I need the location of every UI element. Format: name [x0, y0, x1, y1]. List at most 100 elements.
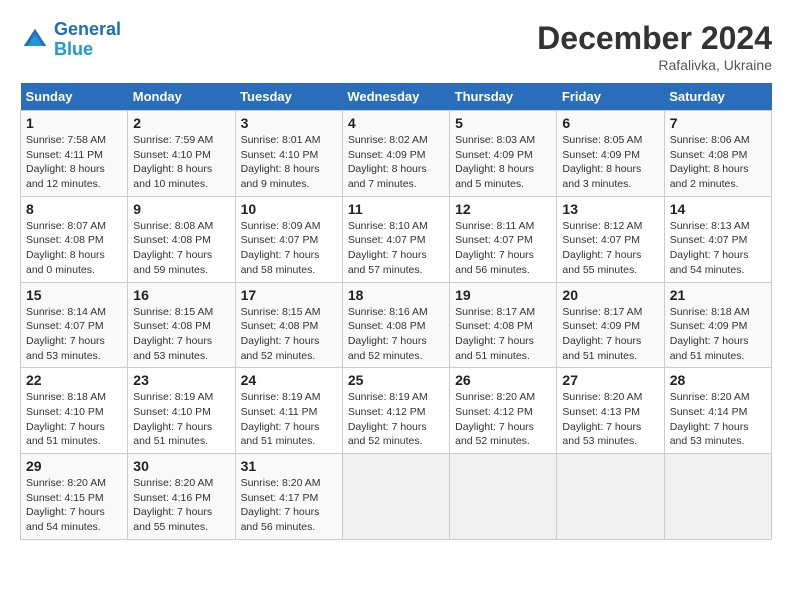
- calendar-body: 1 Sunrise: 7:58 AMSunset: 4:11 PMDaylight…: [21, 111, 772, 540]
- day-number: 1: [26, 115, 122, 131]
- day-info: Sunrise: 8:12 AMSunset: 4:07 PMDaylight:…: [562, 219, 658, 278]
- day-info: Sunrise: 8:06 AMSunset: 4:08 PMDaylight:…: [670, 133, 766, 192]
- day-info: Sunrise: 8:20 AMSunset: 4:14 PMDaylight:…: [670, 390, 766, 449]
- calendar-day-cell: 21 Sunrise: 8:18 AMSunset: 4:09 PMDayligh…: [664, 282, 771, 368]
- calendar-day-cell: 29 Sunrise: 8:20 AMSunset: 4:15 PMDayligh…: [21, 454, 128, 540]
- calendar-week-row: 29 Sunrise: 8:20 AMSunset: 4:15 PMDayligh…: [21, 454, 772, 540]
- day-number: 30: [133, 458, 229, 474]
- day-number: 4: [348, 115, 444, 131]
- logo-text: General Blue: [54, 20, 121, 60]
- calendar-week-row: 8 Sunrise: 8:07 AMSunset: 4:08 PMDaylight…: [21, 196, 772, 282]
- day-info: Sunrise: 8:19 AMSunset: 4:10 PMDaylight:…: [133, 390, 229, 449]
- day-info: Sunrise: 8:20 AMSunset: 4:13 PMDaylight:…: [562, 390, 658, 449]
- day-info: Sunrise: 8:14 AMSunset: 4:07 PMDaylight:…: [26, 305, 122, 364]
- day-number: 28: [670, 372, 766, 388]
- day-number: 27: [562, 372, 658, 388]
- weekday-header-cell: Wednesday: [342, 83, 449, 111]
- day-number: 21: [670, 287, 766, 303]
- day-info: Sunrise: 8:18 AMSunset: 4:10 PMDaylight:…: [26, 390, 122, 449]
- day-info: Sunrise: 8:20 AMSunset: 4:17 PMDaylight:…: [241, 476, 337, 535]
- weekday-header-cell: Thursday: [450, 83, 557, 111]
- calendar-day-cell: 20 Sunrise: 8:17 AMSunset: 4:09 PMDayligh…: [557, 282, 664, 368]
- day-number: 11: [348, 201, 444, 217]
- day-info: Sunrise: 8:17 AMSunset: 4:08 PMDaylight:…: [455, 305, 551, 364]
- day-number: 6: [562, 115, 658, 131]
- day-number: 19: [455, 287, 551, 303]
- day-info: Sunrise: 8:19 AMSunset: 4:11 PMDaylight:…: [241, 390, 337, 449]
- day-number: 12: [455, 201, 551, 217]
- day-info: Sunrise: 8:20 AMSunset: 4:16 PMDaylight:…: [133, 476, 229, 535]
- day-info: Sunrise: 8:02 AMSunset: 4:09 PMDaylight:…: [348, 133, 444, 192]
- calendar-day-cell: 4 Sunrise: 8:02 AMSunset: 4:09 PMDaylight…: [342, 111, 449, 197]
- day-number: 17: [241, 287, 337, 303]
- day-number: 20: [562, 287, 658, 303]
- calendar-week-row: 1 Sunrise: 7:58 AMSunset: 4:11 PMDaylight…: [21, 111, 772, 197]
- day-info: Sunrise: 8:08 AMSunset: 4:08 PMDaylight:…: [133, 219, 229, 278]
- calendar-day-cell: 25Sunrise: 8:19 AMSunset: 4:12 PMDayligh…: [342, 368, 449, 454]
- day-info: Sunrise: 8:15 AMSunset: 4:08 PMDaylight:…: [241, 305, 337, 364]
- location-subtitle: Rafalivka, Ukraine: [537, 57, 772, 73]
- calendar-day-cell: 23 Sunrise: 8:19 AMSunset: 4:10 PMDayligh…: [128, 368, 235, 454]
- day-number: 29: [26, 458, 122, 474]
- logo: General Blue: [20, 20, 121, 60]
- day-info: Sunrise: 8:17 AMSunset: 4:09 PMDaylight:…: [562, 305, 658, 364]
- calendar-day-cell: 28 Sunrise: 8:20 AMSunset: 4:14 PMDayligh…: [664, 368, 771, 454]
- weekday-header-cell: Tuesday: [235, 83, 342, 111]
- day-number: 3: [241, 115, 337, 131]
- day-info: Sunrise: 8:10 AMSunset: 4:07 PMDaylight:…: [348, 219, 444, 278]
- day-info: Sunrise: 7:58 AMSunset: 4:11 PMDaylight:…: [26, 133, 122, 192]
- day-info: Sunrise: 8:01 AMSunset: 4:10 PMDaylight:…: [241, 133, 337, 192]
- calendar-day-cell: 31 Sunrise: 8:20 AMSunset: 4:17 PMDayligh…: [235, 454, 342, 540]
- calendar-day-cell: 19 Sunrise: 8:17 AMSunset: 4:08 PMDayligh…: [450, 282, 557, 368]
- logo-icon: [20, 25, 50, 55]
- calendar-day-cell: 6Sunrise: 8:05 AMSunset: 4:09 PMDaylight…: [557, 111, 664, 197]
- day-number: 31: [241, 458, 337, 474]
- calendar-day-cell: 16Sunrise: 8:15 AMSunset: 4:08 PMDayligh…: [128, 282, 235, 368]
- logo-line1: General: [54, 19, 121, 39]
- calendar-day-cell: 7 Sunrise: 8:06 AMSunset: 4:08 PMDaylight…: [664, 111, 771, 197]
- weekday-header-row: SundayMondayTuesdayWednesdayThursdayFrid…: [21, 83, 772, 111]
- weekday-header-cell: Monday: [128, 83, 235, 111]
- calendar-day-cell: 11 Sunrise: 8:10 AMSunset: 4:07 PMDayligh…: [342, 196, 449, 282]
- calendar-week-row: 15Sunrise: 8:14 AMSunset: 4:07 PMDayligh…: [21, 282, 772, 368]
- calendar-table: SundayMondayTuesdayWednesdayThursdayFrid…: [20, 83, 772, 540]
- calendar-day-cell: 30 Sunrise: 8:20 AMSunset: 4:16 PMDayligh…: [128, 454, 235, 540]
- calendar-day-cell: 27 Sunrise: 8:20 AMSunset: 4:13 PMDayligh…: [557, 368, 664, 454]
- day-number: 7: [670, 115, 766, 131]
- day-info: Sunrise: 8:09 AMSunset: 4:07 PMDaylight:…: [241, 219, 337, 278]
- calendar-day-cell: 1 Sunrise: 7:58 AMSunset: 4:11 PMDaylight…: [21, 111, 128, 197]
- weekday-header-cell: Saturday: [664, 83, 771, 111]
- day-info: Sunrise: 8:03 AMSunset: 4:09 PMDaylight:…: [455, 133, 551, 192]
- calendar-day-cell: [664, 454, 771, 540]
- calendar-day-cell: 17 Sunrise: 8:15 AMSunset: 4:08 PMDayligh…: [235, 282, 342, 368]
- day-number: 23: [133, 372, 229, 388]
- title-block: December 2024 Rafalivka, Ukraine: [537, 20, 772, 73]
- calendar-day-cell: 14 Sunrise: 8:13 AMSunset: 4:07 PMDayligh…: [664, 196, 771, 282]
- day-number: 10: [241, 201, 337, 217]
- day-number: 8: [26, 201, 122, 217]
- calendar-day-cell: [342, 454, 449, 540]
- calendar-day-cell: [450, 454, 557, 540]
- day-info: Sunrise: 8:13 AMSunset: 4:07 PMDaylight:…: [670, 219, 766, 278]
- calendar-day-cell: 22Sunrise: 8:18 AMSunset: 4:10 PMDayligh…: [21, 368, 128, 454]
- day-number: 25: [348, 372, 444, 388]
- day-info: Sunrise: 8:18 AMSunset: 4:09 PMDaylight:…: [670, 305, 766, 364]
- day-number: 5: [455, 115, 551, 131]
- calendar-day-cell: 5 Sunrise: 8:03 AMSunset: 4:09 PMDaylight…: [450, 111, 557, 197]
- calendar-day-cell: 8 Sunrise: 8:07 AMSunset: 4:08 PMDaylight…: [21, 196, 128, 282]
- day-number: 14: [670, 201, 766, 217]
- day-info: Sunrise: 8:11 AMSunset: 4:07 PMDaylight:…: [455, 219, 551, 278]
- logo-line2: Blue: [54, 39, 93, 59]
- calendar-week-row: 22Sunrise: 8:18 AMSunset: 4:10 PMDayligh…: [21, 368, 772, 454]
- calendar-day-cell: 24Sunrise: 8:19 AMSunset: 4:11 PMDayligh…: [235, 368, 342, 454]
- day-number: 16: [133, 287, 229, 303]
- day-info: Sunrise: 8:07 AMSunset: 4:08 PMDaylight:…: [26, 219, 122, 278]
- day-number: 26: [455, 372, 551, 388]
- page-header: General Blue December 2024 Rafalivka, Uk…: [20, 20, 772, 73]
- calendar-day-cell: 3 Sunrise: 8:01 AMSunset: 4:10 PMDaylight…: [235, 111, 342, 197]
- calendar-day-cell: 13 Sunrise: 8:12 AMSunset: 4:07 PMDayligh…: [557, 196, 664, 282]
- calendar-day-cell: 9Sunrise: 8:08 AMSunset: 4:08 PMDaylight…: [128, 196, 235, 282]
- day-info: Sunrise: 8:20 AMSunset: 4:15 PMDaylight:…: [26, 476, 122, 535]
- day-number: 13: [562, 201, 658, 217]
- day-number: 18: [348, 287, 444, 303]
